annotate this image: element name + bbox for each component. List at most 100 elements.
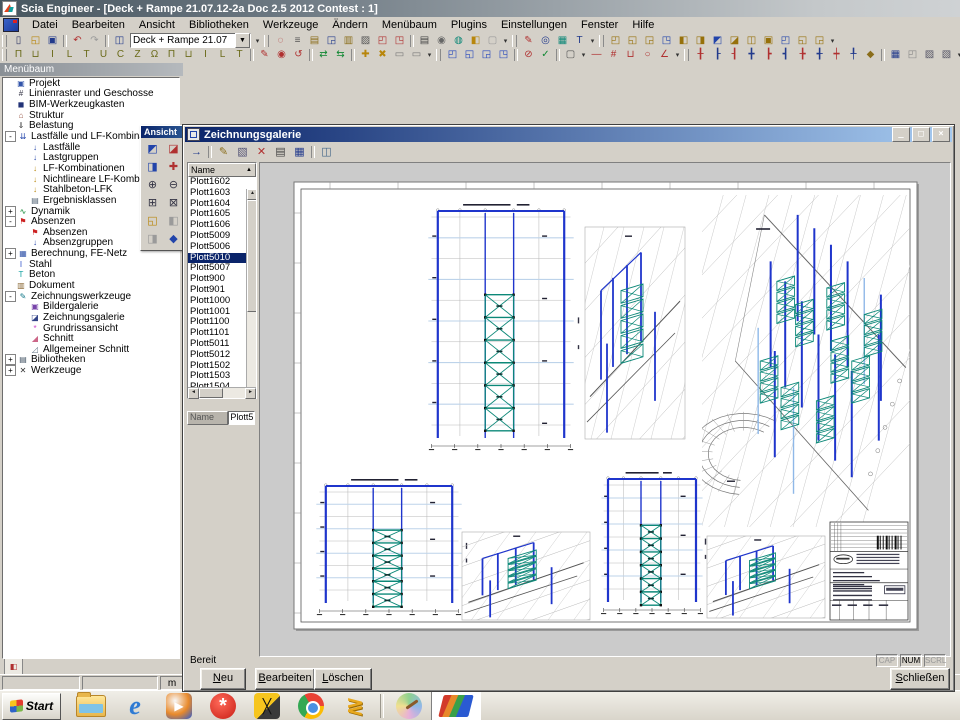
taskbar-chrome-icon[interactable] <box>289 692 333 720</box>
taskbar-tools-icon[interactable]: ╳ <box>245 692 289 720</box>
rotate-red-icon[interactable]: ↺ <box>290 48 307 63</box>
project-data-icon[interactable]: ◌ <box>272 33 289 48</box>
hatch-icon[interactable]: ▨ <box>357 33 374 48</box>
menu-einstellungen[interactable]: Einstellungen <box>494 18 574 32</box>
expand-icon[interactable]: + <box>5 206 16 217</box>
hscroll-thumb[interactable] <box>199 388 223 398</box>
menu-datei[interactable]: Datei <box>25 18 65 32</box>
project-combobox[interactable]: Deck + Rampe 21.07 ▼ <box>130 33 251 48</box>
plot-list-item[interactable]: Plott1603 <box>188 188 247 199</box>
save-icon[interactable]: ▣ <box>44 33 61 48</box>
form-icon-5[interactable]: ◧ <box>675 33 692 48</box>
edit-plot-icon[interactable]: ✎ <box>214 143 233 160</box>
bearbeiten-button[interactable]: Bearbeiten <box>255 668 315 690</box>
text-icon[interactable]: T <box>571 33 588 48</box>
profile-i2-icon[interactable]: I <box>197 48 214 63</box>
clip-plane-icon[interactable]: ◨ <box>142 230 163 248</box>
zoom-in-icon[interactable]: ⊕ <box>142 176 163 194</box>
combobox-dropdown-icon[interactable]: ▼ <box>235 33 250 48</box>
profile-t-icon[interactable]: T <box>78 48 95 63</box>
disk2-icon[interactable]: ▦ <box>887 48 904 63</box>
coords-icon[interactable]: ◆ <box>163 230 184 248</box>
circle-icon[interactable]: ○ <box>639 48 656 63</box>
toolbar-overflow-button[interactable]: ▾ <box>425 49 434 62</box>
toolbar-grip[interactable] <box>684 49 689 61</box>
gallery-titlebar[interactable]: Zeichnungsgalerie _ □ × <box>185 127 952 142</box>
tree-item-grundrissansicht[interactable]: *Grundrissansicht <box>3 323 179 334</box>
tree-item-beton[interactable]: TBeton <box>3 270 179 281</box>
form-icon-7[interactable]: ◩ <box>709 33 726 48</box>
close-button[interactable]: × <box>932 127 950 142</box>
window-blue-3-icon[interactable]: ◲ <box>478 48 495 63</box>
taskbar-import-icon[interactable]: ≷ <box>333 692 377 720</box>
beam-icon-4[interactable]: ╋ <box>743 48 760 63</box>
toolbar-overflow-button[interactable]: ▾ <box>253 34 262 47</box>
plot-list-vscrollbar[interactable]: ▲ ▼ <box>246 189 256 389</box>
line-icon[interactable]: — <box>588 48 605 63</box>
form-icon-12[interactable]: ◱ <box>794 33 811 48</box>
tree-item-struktur[interactable]: ⌂Struktur <box>3 110 179 121</box>
beam-icon-7[interactable]: ╊ <box>794 48 811 63</box>
profile-u-icon[interactable]: ⊔ <box>27 48 44 63</box>
zoom-all-icon[interactable]: ⊠ <box>163 194 184 212</box>
profile-l2-icon[interactable]: L <box>214 48 231 63</box>
menu-bearbeiten[interactable]: Bearbeiten <box>65 18 132 32</box>
frame-red2-icon[interactable]: ◳ <box>391 33 408 48</box>
toolbar-overflow-button[interactable]: ▾ <box>955 49 960 62</box>
plot-name-field[interactable]: Plott5... <box>228 411 255 425</box>
window-blue-2-icon[interactable]: ◱ <box>461 48 478 63</box>
check-icon[interactable]: ✓ <box>537 48 554 63</box>
beam-icon-5[interactable]: ┣ <box>760 48 777 63</box>
beam-icon-8[interactable]: ╉ <box>811 48 828 63</box>
form-icon-9[interactable]: ◫ <box>743 33 760 48</box>
taskbar-paint-icon[interactable] <box>387 692 431 720</box>
form-icon-1[interactable]: ◰ <box>607 33 624 48</box>
profile-l-icon[interactable]: L <box>61 48 78 63</box>
clip-box-icon[interactable]: ◧ <box>163 212 184 230</box>
scroll-up-icon[interactable]: ▲ <box>247 189 256 200</box>
profile-u3-icon[interactable]: ⊔ <box>180 48 197 63</box>
taskbar-ie-icon[interactable]: e <box>113 692 157 720</box>
collapse-icon[interactable]: - <box>5 216 16 227</box>
swap2-green-icon[interactable]: ⇆ <box>332 48 349 63</box>
layers-icon[interactable]: ≡ <box>289 33 306 48</box>
toolbar-grip[interactable] <box>436 49 441 61</box>
tree-item-zeichnungswerkzeuge[interactable]: -✎Zeichnungswerkzeuge <box>3 291 179 302</box>
toolbar-grip[interactable] <box>2 35 7 47</box>
form-icon-4[interactable]: ◳ <box>658 33 675 48</box>
profile-omega-icon[interactable]: Ω <box>146 48 163 63</box>
beam-icon-10[interactable]: ╀ <box>845 48 862 63</box>
tree-item-allgemeiner-schnitt[interactable]: ◿Allgemeiner Schnitt <box>3 344 179 355</box>
plot-list-hscrollbar[interactable]: ◄ ► <box>188 387 256 398</box>
profile-i-icon[interactable]: I <box>44 48 61 63</box>
profile-pi-icon[interactable]: Π <box>10 48 27 63</box>
plot-list-header[interactable]: Name ▲ <box>188 163 256 177</box>
form-icon-3[interactable]: ◲ <box>641 33 658 48</box>
transfer-icon[interactable]: ◲ <box>323 33 340 48</box>
profile-u2-icon[interactable]: U <box>95 48 112 63</box>
taskbar-scia-engineer-icon[interactable] <box>431 691 481 720</box>
toolbar-overflow-button[interactable]: ▾ <box>828 34 837 47</box>
preview-plot-icon[interactable]: ◫ <box>317 143 336 160</box>
box-gray-icon[interactable]: ▭ <box>391 48 408 63</box>
plot-list-item[interactable]: Plott1000 <box>188 296 247 307</box>
hatch2-icon[interactable]: ▨ <box>921 48 938 63</box>
window-layout-icon[interactable]: ◫ <box>111 33 128 48</box>
expand-icon[interactable]: + <box>5 354 16 365</box>
tree-item-bibliotheken[interactable]: +▤Bibliotheken <box>3 355 179 366</box>
form-icon-2[interactable]: ◱ <box>624 33 641 48</box>
view-z-icon[interactable]: ◨ <box>142 158 163 176</box>
menu-ndern[interactable]: Ändern <box>325 18 374 32</box>
cube-icon[interactable]: ◧ <box>467 33 484 48</box>
expand-icon[interactable]: + <box>5 248 16 259</box>
scroll-left-icon[interactable]: ◄ <box>188 388 199 399</box>
tree-item-projekt[interactable]: ▣Projekt <box>3 78 179 89</box>
drawing-canvas[interactable] <box>259 162 951 657</box>
redo-icon[interactable]: ↷ <box>86 33 103 48</box>
view-x-icon[interactable]: ◩ <box>142 140 163 158</box>
toolbar-overflow-button[interactable]: ▾ <box>579 49 588 62</box>
beam-icon-6[interactable]: ┫ <box>777 48 794 63</box>
plot-list-item[interactable]: Plott5006 <box>188 242 247 253</box>
tree-item-bildergalerie[interactable]: ▣Bildergalerie <box>3 301 179 312</box>
layout2-icon[interactable]: ◰ <box>904 48 921 63</box>
